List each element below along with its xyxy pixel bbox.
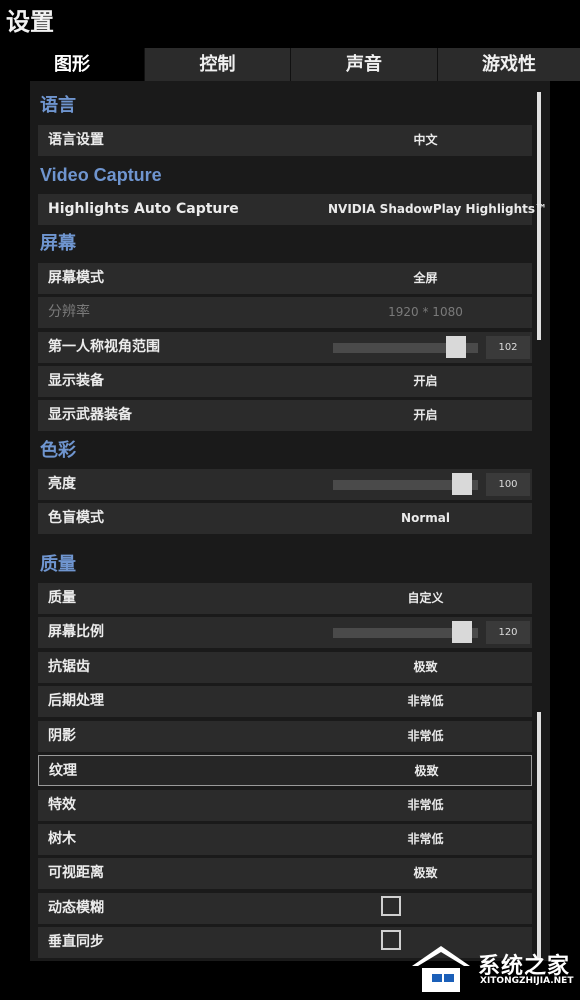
brightness-value-box[interactable]: 100 [486, 473, 530, 496]
row-value[interactable]: Normal [328, 503, 523, 534]
row-post-processing[interactable]: 后期处理 非常低 [38, 686, 532, 717]
row-show-equipment[interactable]: 显示装备 开启 [38, 366, 532, 397]
window-title: 设置 [6, 8, 54, 36]
row-label: 抗锯齿 [48, 659, 90, 675]
row-highlights-auto-capture[interactable]: Highlights Auto Capture NVIDIA ShadowPla… [38, 194, 547, 225]
scrollbar-upper[interactable] [537, 92, 541, 340]
row-label: 亮度 [48, 476, 76, 492]
fov-value-box[interactable]: 102 [486, 336, 530, 359]
row-label: 屏幕模式 [48, 270, 104, 286]
row-language-setting[interactable]: 语言设置 中文 [38, 125, 532, 156]
row-shadows[interactable]: 阴影 非常低 [38, 721, 532, 752]
row-foliage[interactable]: 树木 非常低 [38, 824, 532, 855]
tab-bar: 图形 控制 声音 游戏性 [0, 48, 580, 81]
row-label: 语言设置 [48, 132, 104, 148]
watermark-logo: 系统之家 XITONGZHIJIA.NET [408, 942, 578, 996]
vsync-checkbox[interactable] [381, 930, 401, 950]
row-label: 特效 [48, 797, 76, 813]
row-label: 纹理 [49, 763, 77, 779]
row-label: 显示武器装备 [48, 407, 132, 423]
row-label: 阴影 [48, 728, 76, 744]
row-value[interactable]: 开启 [328, 366, 523, 397]
tab-controls[interactable]: 控制 [144, 48, 290, 81]
row-label: 显示装备 [48, 373, 104, 389]
section-quality: 质量 [40, 554, 76, 575]
row-label: 第一人称视角范围 [48, 339, 160, 355]
row-label: 质量 [48, 590, 76, 606]
house-logo-icon [412, 946, 470, 992]
row-label: Highlights Auto Capture [48, 201, 239, 217]
row-label: 色盲模式 [48, 510, 104, 526]
row-quality[interactable]: 质量 自定义 [38, 583, 532, 614]
row-value[interactable]: 极致 [329, 756, 524, 787]
row-value[interactable]: 中文 [328, 125, 523, 156]
row-value[interactable]: 非常低 [328, 790, 523, 821]
section-video-capture: Video Capture [40, 165, 162, 185]
row-screen-mode[interactable]: 屏幕模式 全屏 [38, 263, 532, 294]
row-value[interactable]: 开启 [328, 400, 523, 431]
scrollbar-lower[interactable] [537, 712, 541, 960]
row-motion-blur[interactable]: 动态模糊 [38, 893, 532, 924]
screen-scale-value-box[interactable]: 120 [486, 621, 530, 644]
row-label: 分辨率 [48, 304, 90, 320]
row-value[interactable]: 极致 [328, 652, 523, 683]
row-value: 1920 * 1080 [388, 305, 463, 319]
tab-graphics[interactable]: 图形 [0, 48, 144, 81]
section-color: 色彩 [40, 440, 76, 461]
row-label: 树木 [48, 831, 76, 847]
row-label: 垂直同步 [48, 934, 104, 950]
row-colorblind-mode[interactable]: 色盲模式 Normal [38, 503, 532, 534]
row-value[interactable]: 全屏 [328, 263, 523, 294]
row-resolution: 分辨率 1920 * 1080 [38, 297, 532, 328]
section-screen: 屏幕 [40, 233, 76, 254]
row-fov[interactable]: 第一人称视角范围 102 [38, 332, 532, 363]
tab-gameplay[interactable]: 游戏性 [437, 48, 580, 81]
row-antialiasing[interactable]: 抗锯齿 极致 [38, 652, 532, 683]
row-value[interactable]: 非常低 [328, 686, 523, 717]
row-value[interactable]: 非常低 [328, 721, 523, 752]
brightness-slider-thumb[interactable] [451, 473, 472, 495]
row-label: 后期处理 [48, 693, 104, 709]
row-textures[interactable]: 纹理 极致 [38, 755, 532, 786]
watermark-url: XITONGZHIJIA.NET [480, 976, 574, 986]
row-label: 可视距离 [48, 865, 104, 881]
fov-slider-thumb[interactable] [445, 336, 466, 358]
row-value[interactable]: NVIDIA ShadowPlay Highlights™ [328, 194, 547, 225]
row-value[interactable]: 自定义 [328, 583, 523, 614]
screen-scale-slider-thumb[interactable] [451, 621, 472, 643]
row-value[interactable]: 极致 [328, 858, 523, 889]
motion-blur-checkbox[interactable] [381, 896, 401, 916]
row-value[interactable]: 非常低 [328, 824, 523, 855]
row-view-distance[interactable]: 可视距离 极致 [38, 858, 532, 889]
row-screen-scale[interactable]: 屏幕比例 120 [38, 617, 532, 648]
section-language: 语言 [40, 95, 76, 116]
row-label: 动态模糊 [48, 900, 104, 916]
row-brightness[interactable]: 亮度 100 [38, 469, 532, 500]
row-label: 屏幕比例 [48, 624, 104, 640]
row-show-weapon-equipment[interactable]: 显示武器装备 开启 [38, 400, 532, 431]
row-effects[interactable]: 特效 非常低 [38, 790, 532, 821]
tab-sound[interactable]: 声音 [290, 48, 437, 81]
